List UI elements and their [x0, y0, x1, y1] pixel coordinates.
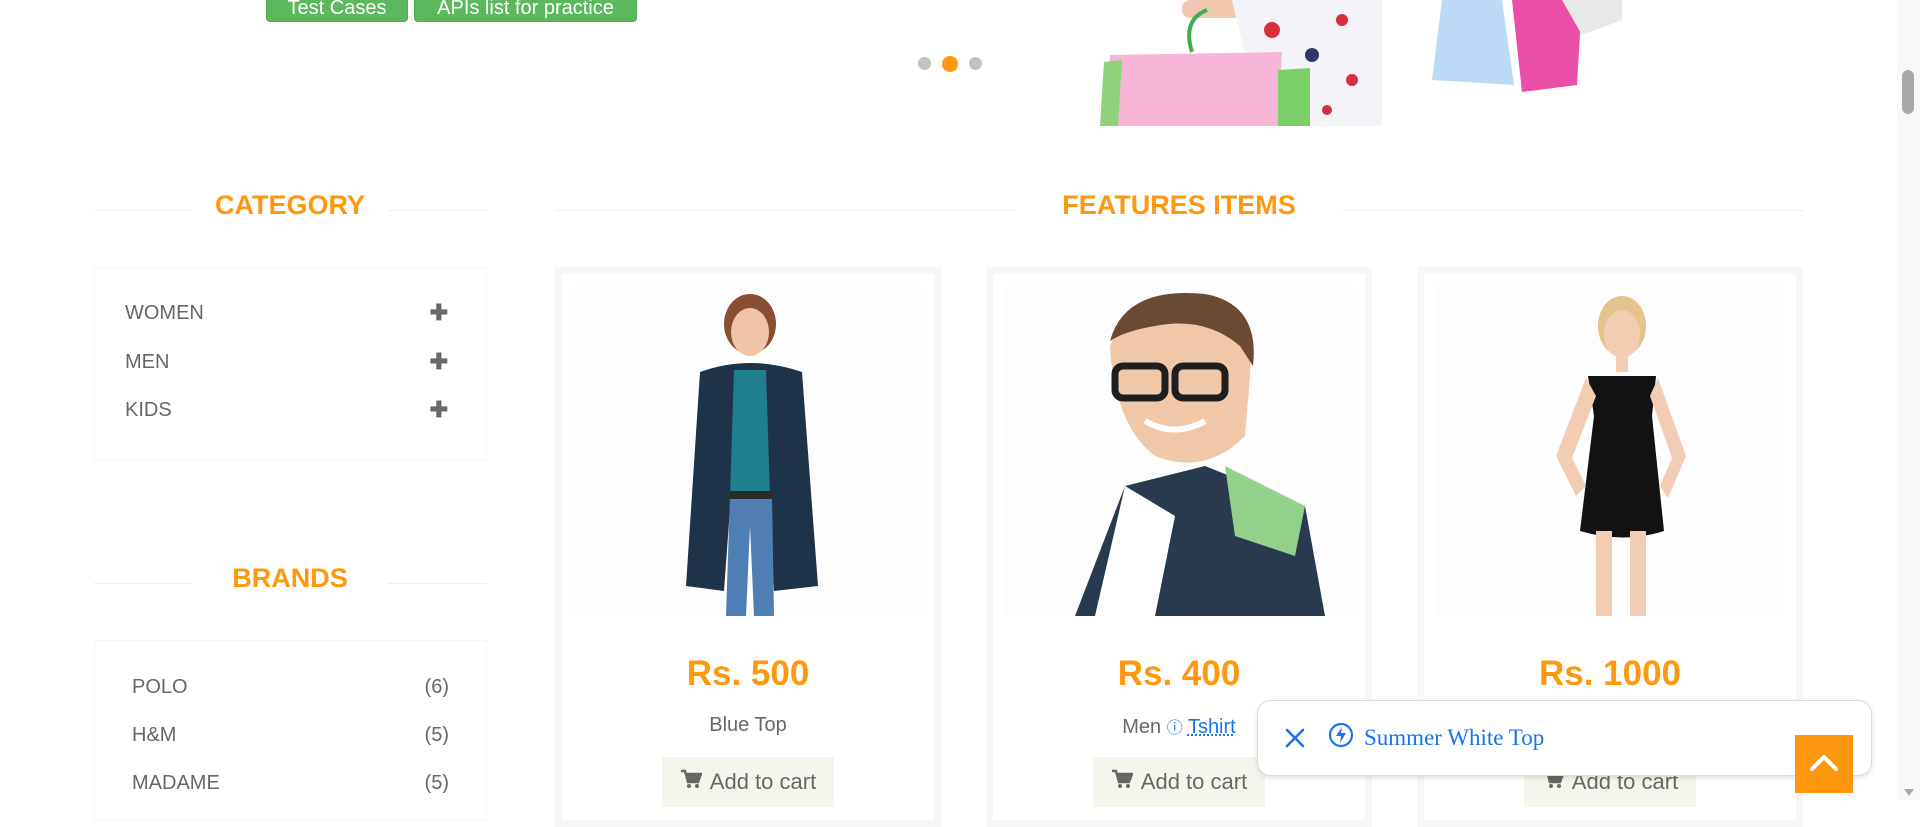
product-price: Rs. 500	[686, 654, 810, 693]
brand-name: H&M	[132, 723, 177, 746]
brand-count: (5)	[424, 771, 449, 794]
scroll-down-arrow-icon[interactable]	[1904, 789, 1914, 796]
product-card: Rs. 500 Blue Top Add to cart	[555, 267, 941, 827]
product-name-link[interactable]: Tshirt	[1188, 716, 1236, 738]
category-label: KIDS	[125, 398, 172, 421]
features-title: FEATURES ITEMS	[1062, 190, 1296, 220]
features-title-line-left	[555, 210, 1015, 211]
plus-icon[interactable]: ✚	[430, 349, 448, 375]
features-title-line-right	[1343, 210, 1804, 211]
product-image	[1436, 286, 1784, 616]
apis-list-button[interactable]: APIs list for practice	[414, 0, 637, 22]
product-price: Rs. 400	[1117, 654, 1241, 693]
brands-title: BRANDS	[232, 563, 348, 593]
close-icon[interactable]	[1280, 723, 1310, 753]
category-title-line-right	[388, 210, 487, 211]
product-image	[1005, 286, 1353, 616]
product-name: Blue Top	[709, 714, 787, 736]
product-price: Rs. 1000	[1538, 654, 1682, 693]
category-item-men[interactable]: MEN ✚	[125, 347, 448, 377]
scrollbar-thumb[interactable]	[1902, 70, 1914, 114]
brand-item-hm[interactable]: H&M (5)	[132, 721, 449, 749]
category-item-women[interactable]: WOMEN ✚	[125, 298, 448, 328]
slider-dot-3[interactable]	[969, 57, 982, 70]
suggestion-popup: Summer White Top	[1257, 700, 1872, 776]
brand-count: (5)	[424, 723, 449, 746]
product-name-prefix: Men	[1122, 716, 1162, 738]
slider-dot-2[interactable]	[942, 55, 958, 72]
category-item-kids[interactable]: KIDS ✚	[125, 395, 448, 425]
shopping-cart-icon	[680, 769, 703, 795]
slider-dot-1[interactable]	[918, 57, 931, 70]
brand-name: POLO	[132, 675, 188, 698]
brand-item-madame[interactable]: MADAME (5)	[132, 769, 449, 797]
add-to-cart-label: Add to cart	[709, 769, 817, 794]
category-title: CATEGORY	[214, 190, 366, 220]
plus-icon[interactable]: ✚	[430, 300, 448, 326]
popup-suggestion-link[interactable]: Summer White Top	[1328, 722, 1544, 754]
brand-item-polo[interactable]: POLO (6)	[132, 673, 449, 701]
brand-count: (6)	[424, 675, 449, 698]
brands-panel: POLO (6) H&M (5) MADAME (5)	[94, 640, 487, 820]
popup-text: Summer White Top	[1364, 725, 1545, 750]
brands-title-line-right	[388, 583, 487, 584]
shopping-cart-icon	[1111, 769, 1134, 795]
test-cases-button[interactable]: Test Cases	[266, 0, 408, 22]
plus-icon[interactable]: ✚	[430, 397, 448, 423]
product-image	[574, 286, 922, 616]
category-panel: WOMEN ✚ MEN ✚ KIDS ✚	[94, 267, 487, 460]
brand-name: MADAME	[132, 771, 220, 794]
category-label: WOMEN	[125, 301, 204, 324]
page-scrollbar[interactable]	[1897, 0, 1920, 800]
slider-indicators	[918, 55, 982, 72]
scroll-up-button[interactable]	[1795, 735, 1853, 793]
brands-title-line-left	[94, 583, 192, 584]
category-label: MEN	[125, 350, 170, 373]
hero-shopping-bags-image	[1082, 0, 1622, 126]
chevron-up-icon	[1809, 752, 1839, 777]
lightning-bolt-icon	[1328, 722, 1354, 754]
category-title-line-left	[94, 210, 192, 211]
add-to-cart-label: Add to cart	[1140, 769, 1248, 794]
info-circle-icon: ⓘ	[1166, 720, 1183, 737]
